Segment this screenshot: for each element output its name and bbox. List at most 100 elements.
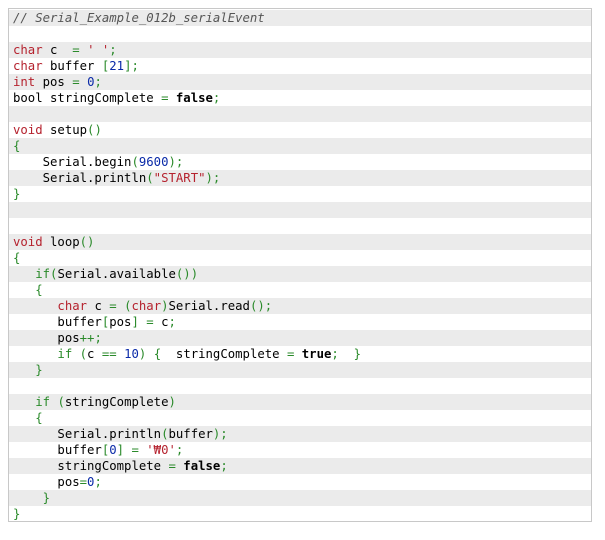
code-token-op: ]; (124, 59, 139, 73)
code-token-id: Serial.begin (13, 155, 132, 169)
code-token-op: { (13, 139, 21, 153)
code-token-id (13, 363, 35, 377)
code-token-id (13, 267, 35, 281)
code-token-id (117, 347, 124, 361)
code-token-type: void (13, 123, 43, 137)
code-line: { (9, 282, 591, 298)
code-line: { (9, 138, 591, 154)
code-line: // Serial_Example_012b_serialEvent (9, 10, 591, 26)
code-token-op: } (13, 507, 21, 521)
code-token-id: stringComplete (13, 459, 169, 473)
code-token-op: ( (146, 171, 154, 185)
code-token-bool: false (183, 459, 221, 473)
code-token-op: } (13, 187, 21, 201)
code-token-bool: false (175, 91, 213, 105)
code-token-op: () (87, 123, 102, 137)
code-line (9, 378, 591, 394)
code-token-id: setup (42, 123, 88, 137)
code-line: } (9, 490, 591, 506)
code-block: // Serial_Example_012b_serialEvent char … (8, 8, 592, 522)
code-token-id: c (153, 315, 169, 329)
code-token-id: Serial.read (168, 299, 250, 313)
code-token-op: ()) (175, 267, 199, 281)
code-token-op: ) (168, 395, 176, 409)
code-token-id: buffer (13, 443, 102, 457)
code-token-op: { (153, 347, 162, 361)
code-token-op: } (42, 491, 51, 505)
code-line: Serial.begin(9600); (9, 154, 591, 170)
code-token-id: Serial.available (57, 267, 176, 281)
code-token-type: char (13, 43, 43, 57)
code-token-op: = (109, 299, 117, 313)
code-line: pos++; (9, 330, 591, 346)
code-token-op: ] (131, 315, 139, 329)
code-token-str: ' ' (87, 43, 110, 57)
code-token-op: ; (168, 315, 176, 329)
code-token-id (146, 347, 153, 361)
code-line: char c = (char)Serial.read(); (9, 298, 591, 314)
code-line: } (9, 362, 591, 378)
code-line (9, 202, 591, 218)
code-token-op: ++; (79, 331, 102, 345)
code-line: bool stringComplete = false; (9, 90, 591, 106)
code-token-id: buffer (42, 59, 102, 73)
code-token-op: = (79, 475, 88, 489)
code-token-type: char (57, 299, 88, 313)
code-token-op: = (146, 315, 154, 329)
code-token-op: ; (94, 75, 102, 89)
code-token-comment: // Serial_Example_012b_serialEvent (13, 11, 265, 25)
code-line (9, 218, 591, 234)
code-token-op: () (79, 235, 95, 249)
code-token-op: ); (168, 155, 184, 169)
code-token-id: stringComplete (64, 395, 169, 409)
code-token-type: char (13, 59, 43, 73)
code-token-id: buffer (13, 315, 102, 329)
code-token-id: c (87, 347, 102, 361)
code-token-bool: true (301, 347, 332, 361)
code-token-id: Serial.println (13, 427, 162, 441)
code-token-num: 0 (109, 443, 117, 457)
code-token-type: int (13, 75, 36, 89)
code-token-op: ] (116, 443, 125, 457)
code-token-id: bool stringComplete (13, 91, 162, 105)
code-token-id: Serial.println (13, 171, 147, 185)
code-line (9, 26, 591, 42)
code-token-id: pos (13, 475, 80, 489)
code-token-kw: if (35, 267, 51, 281)
code-token-op: { (35, 411, 43, 425)
code-token-str: "START" (153, 171, 206, 185)
code-line: stringComplete = false; (9, 458, 591, 474)
code-line (9, 106, 591, 122)
code-line: if (stringComplete) (9, 394, 591, 410)
code-token-id: c (87, 299, 110, 313)
code-token-kw: if (57, 347, 73, 361)
code-token-num: 21 (109, 59, 125, 73)
code-line: char c = ' '; (9, 42, 591, 58)
code-token-id (13, 283, 35, 297)
code-token-op: = (131, 443, 139, 457)
code-token-op: = (72, 75, 80, 89)
code-token-op: ); (212, 427, 228, 441)
code-token-str: '₩0' (146, 443, 176, 457)
code-line: int pos = 0; (9, 74, 591, 90)
code-line: buffer[pos] = c; (9, 314, 591, 330)
code-line: { (9, 410, 591, 426)
code-token-id (294, 347, 301, 361)
code-token-op: ( (79, 347, 88, 361)
code-line: void loop() (9, 234, 591, 250)
code-token-kw: if (35, 395, 51, 409)
code-token-op: ; (212, 91, 221, 105)
code-token-type: char (131, 299, 162, 313)
code-line: if(Serial.available()) (9, 266, 591, 282)
code-line: pos=0; (9, 474, 591, 490)
code-token-op: = (168, 459, 176, 473)
code-token-id (168, 91, 175, 105)
code-token-id (72, 347, 79, 361)
code-token-op: = (72, 43, 80, 57)
code-line: { (9, 250, 591, 266)
code-token-op: ; (109, 43, 117, 57)
code-token-id (13, 395, 35, 409)
code-token-id: loop (42, 235, 80, 249)
code-token-num: 10 (124, 347, 139, 361)
code-token-id (117, 299, 124, 313)
